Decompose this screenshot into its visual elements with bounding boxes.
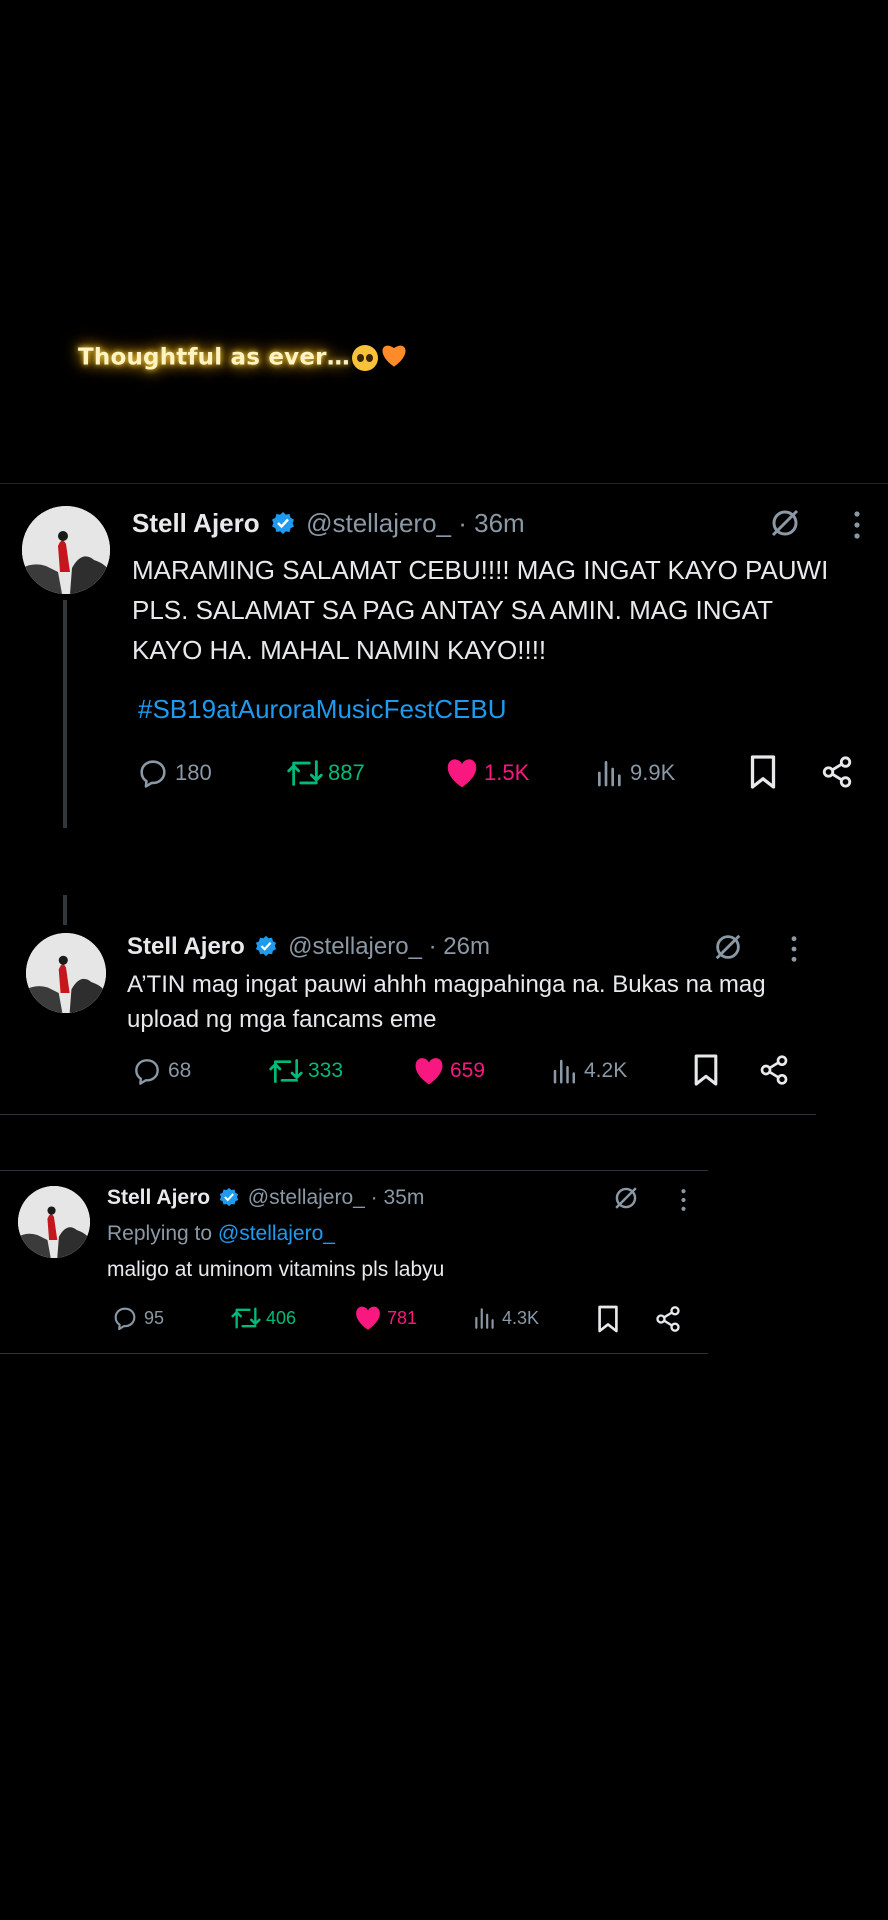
retweet-icon — [287, 760, 323, 786]
replying-prefix: Replying to — [107, 1222, 213, 1245]
reply-count: 68 — [168, 1059, 192, 1082]
tweet-text: maligo at uminom vitamins pls labyu — [107, 1258, 445, 1281]
avatar[interactable] — [26, 933, 106, 1013]
views-icon — [598, 761, 621, 787]
tweet-2-divider — [0, 1114, 816, 1115]
thread-line — [63, 600, 67, 828]
retweet-button[interactable]: 333 — [268, 1055, 343, 1087]
avatar[interactable] — [18, 1186, 90, 1258]
share-icon[interactable] — [758, 1053, 790, 1092]
grok-icon[interactable] — [712, 931, 744, 968]
more-options-icon[interactable] — [789, 935, 799, 968]
like-button[interactable]: 659 — [412, 1055, 485, 1087]
like-count: 781 — [387, 1307, 418, 1328]
tweet-3[interactable]: Stell Ajero @stellajero_ · 35m Replying … — [0, 1172, 888, 1352]
retweet-count: 406 — [266, 1307, 297, 1328]
views-icon — [553, 1059, 575, 1084]
video-caption: Thoughtful as ever… — [78, 342, 408, 374]
retweet-button[interactable]: 887 — [286, 756, 365, 790]
tweet-2[interactable]: Stell Ajero @stellajero_ · 26m A’TIN mag… — [0, 895, 888, 1110]
reply-icon — [135, 1059, 159, 1085]
like-button[interactable]: 781 — [353, 1304, 417, 1332]
heart-icon — [447, 759, 477, 788]
reply-count: 180 — [175, 760, 212, 785]
reply-icon — [114, 1307, 136, 1331]
retweet-button[interactable]: 406 — [230, 1304, 296, 1332]
avatar-photo — [26, 933, 106, 1013]
handle[interactable]: @stellajero_ — [248, 1186, 365, 1209]
tweet-text: A’TIN mag ingat pauwi ahhh magpahinga na… — [127, 971, 766, 1033]
reply-button[interactable]: 95 — [110, 1304, 164, 1332]
reply-icon — [140, 760, 166, 788]
like-button[interactable]: 1.5K — [444, 756, 529, 790]
verified-badge-icon — [271, 511, 295, 542]
tweet-1[interactable]: Stell Ajero @stellajero_ · 36m MARAMING … — [0, 490, 888, 850]
verified-badge-icon — [255, 935, 277, 964]
tweet-3-top-divider — [0, 1170, 708, 1171]
display-name[interactable]: Stell Ajero — [127, 933, 245, 960]
share-icon[interactable] — [820, 754, 854, 795]
reply-count: 95 — [144, 1307, 165, 1328]
avatar-photo — [22, 506, 110, 594]
timestamp[interactable]: · 26m — [429, 933, 490, 960]
tweet-text: MARAMING SALAMAT CEBU!!!! MAG INGAT KAYO… — [132, 555, 829, 665]
caption-text: Thoughtful as ever… — [78, 344, 350, 371]
view-count: 4.2K — [584, 1059, 628, 1082]
views-button[interactable]: 9.9K — [594, 756, 675, 790]
handle[interactable]: @stellajero_ — [288, 933, 422, 960]
display-name[interactable]: Stell Ajero — [107, 1186, 210, 1209]
view-count: 4.3K — [502, 1307, 540, 1328]
replying-to-line: Replying to @stellajero_ — [107, 1222, 335, 1246]
grok-icon[interactable] — [612, 1184, 640, 1217]
reply-button[interactable]: 180 — [135, 756, 212, 790]
orange-heart-icon — [380, 342, 408, 374]
more-options-icon[interactable] — [852, 510, 862, 545]
timestamp[interactable]: · 35m — [371, 1186, 425, 1209]
views-button[interactable]: 4.2K — [550, 1055, 627, 1087]
retweet-icon — [231, 1307, 261, 1329]
views-button[interactable]: 4.3K — [472, 1304, 539, 1332]
retweet-icon — [269, 1059, 303, 1083]
timestamp[interactable]: · 36m — [458, 508, 524, 538]
heart-icon — [415, 1058, 443, 1085]
bookmark-icon[interactable] — [748, 754, 778, 795]
replying-to-link[interactable]: @stellajero_ — [218, 1222, 335, 1245]
retweet-count: 887 — [328, 760, 365, 785]
display-name[interactable]: Stell Ajero — [132, 508, 260, 538]
bookmark-icon[interactable] — [692, 1053, 720, 1092]
share-icon[interactable] — [654, 1304, 682, 1339]
view-count: 9.9K — [630, 760, 676, 785]
bookmark-icon[interactable] — [596, 1304, 620, 1339]
avatar-photo — [18, 1186, 90, 1258]
more-options-icon[interactable] — [679, 1188, 688, 1217]
thread-line-top — [63, 895, 67, 925]
top-divider — [0, 483, 888, 484]
verified-badge-icon — [219, 1187, 239, 1213]
avatar[interactable] — [22, 506, 110, 594]
tweet-3-divider — [0, 1353, 708, 1354]
grok-icon[interactable] — [768, 506, 802, 545]
reply-button[interactable]: 68 — [130, 1055, 191, 1087]
retweet-count: 333 — [308, 1059, 344, 1082]
views-icon — [475, 1308, 494, 1329]
like-count: 1.5K — [484, 760, 530, 785]
hashtag-link[interactable]: #SB19atAuroraMusicFestCEBU — [138, 694, 506, 725]
like-count: 659 — [450, 1059, 486, 1082]
handle[interactable]: @stellajero_ — [306, 508, 451, 538]
heart-icon — [356, 1306, 380, 1330]
pleading-face-icon — [351, 345, 378, 371]
